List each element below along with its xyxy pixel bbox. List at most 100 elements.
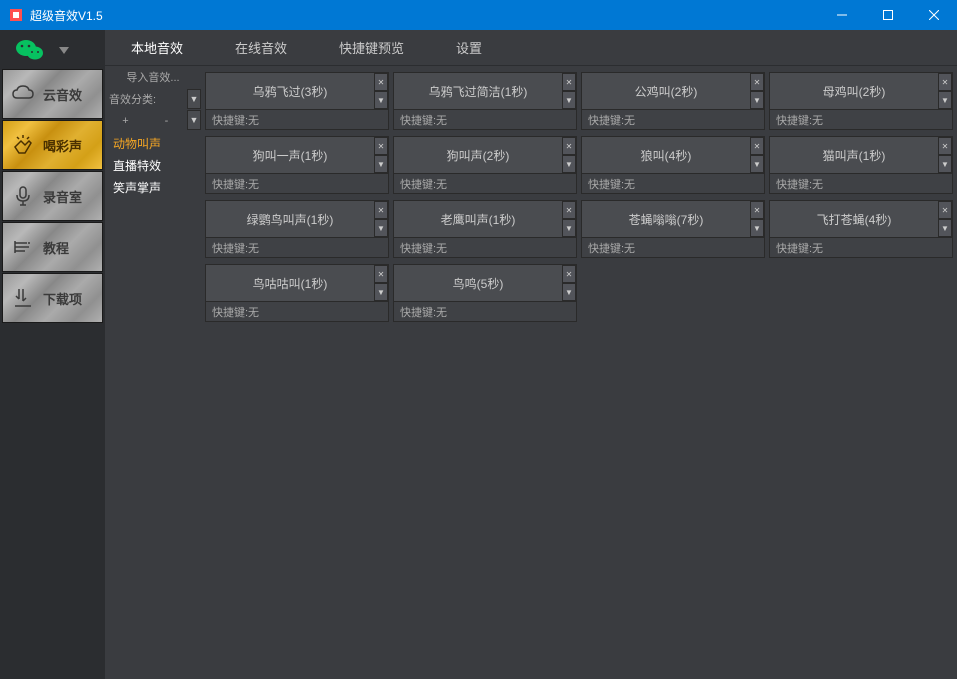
sound-dropdown-button[interactable]: ▼ (374, 283, 388, 301)
sound-card-11: 飞打苍蝇(4秒)✕▼快捷键:无 (769, 200, 953, 258)
sound-close-button[interactable]: ✕ (374, 201, 388, 219)
sound-name[interactable]: 公鸡叫(2秒) (582, 73, 750, 109)
sidebar-item-2[interactable]: 录音室 (2, 171, 103, 221)
sound-name[interactable]: 乌鸦飞过简洁(1秒) (394, 73, 562, 109)
sound-close-button[interactable]: ✕ (562, 137, 576, 155)
category-item-1[interactable]: 直播特效 (105, 154, 201, 176)
sound-name[interactable]: 绿鹦鸟叫声(1秒) (206, 201, 374, 237)
main-sidebar: 云音效喝彩声录音室教程下载项 (0, 30, 105, 679)
sound-card-top: 狗叫一声(1秒)✕▼ (206, 137, 388, 173)
add-category-button[interactable]: + (105, 110, 146, 132)
sound-close-button[interactable]: ✕ (562, 73, 576, 91)
close-button[interactable] (911, 0, 957, 30)
wechat-icon[interactable] (16, 38, 44, 62)
sound-close-button[interactable]: ✕ (374, 73, 388, 91)
sound-card-top: 绿鹦鸟叫声(1秒)✕▼ (206, 201, 388, 237)
import-sounds-button[interactable]: 导入音效... (105, 66, 201, 88)
sound-hotkey: 快捷键:无 (394, 301, 576, 321)
sidebar-item-0[interactable]: 云音效 (2, 69, 103, 119)
sound-dropdown-button[interactable]: ▼ (938, 155, 952, 173)
sound-controls: ✕▼ (374, 137, 388, 173)
sound-name[interactable]: 猫叫声(1秒) (770, 137, 938, 173)
sound-card-top: 老鹰叫声(1秒)✕▼ (394, 201, 576, 237)
sound-controls: ✕▼ (938, 137, 952, 173)
sound-dropdown-button[interactable]: ▼ (750, 219, 764, 237)
sound-close-button[interactable]: ✕ (938, 73, 952, 91)
app-body: 云音效喝彩声录音室教程下载项 本地音效在线音效快捷键预览设置 导入音效... 音… (0, 30, 957, 679)
sound-close-button[interactable]: ✕ (562, 265, 576, 283)
cloud-icon (11, 82, 35, 106)
category-item-0[interactable]: 动物叫声 (105, 132, 201, 154)
sound-close-button[interactable]: ✕ (750, 73, 764, 91)
sound-dropdown-button[interactable]: ▼ (750, 91, 764, 109)
sound-controls: ✕▼ (374, 73, 388, 109)
sound-dropdown-button[interactable]: ▼ (562, 155, 576, 173)
sound-name[interactable]: 鸟咕咕叫(1秒) (206, 265, 374, 301)
sound-close-button[interactable]: ✕ (562, 201, 576, 219)
minimize-button[interactable] (819, 0, 865, 30)
tab-1[interactable]: 在线音效 (209, 30, 313, 65)
sound-dropdown-button[interactable]: ▼ (562, 91, 576, 109)
sound-controls: ✕▼ (562, 201, 576, 237)
maximize-icon (883, 10, 893, 20)
sound-hotkey: 快捷键:无 (206, 173, 388, 193)
sound-dropdown-button[interactable]: ▼ (938, 91, 952, 109)
category-item-2[interactable]: 笑声掌声 (105, 176, 201, 198)
sound-name[interactable]: 老鹰叫声(1秒) (394, 201, 562, 237)
maximize-button[interactable] (865, 0, 911, 30)
sidebar-item-label: 下载项 (43, 289, 82, 308)
sound-hotkey: 快捷键:无 (770, 237, 952, 257)
category-panel: 导入音效... 音效分类: ▼ + - ▼ 动物叫声直播特效笑声掌声 (105, 66, 201, 679)
sound-dropdown-button[interactable]: ▼ (562, 219, 576, 237)
sound-name[interactable]: 狼叫(4秒) (582, 137, 750, 173)
tab-0[interactable]: 本地音效 (105, 30, 209, 65)
sound-controls: ✕▼ (938, 73, 952, 109)
sidebar-item-label: 喝彩声 (43, 136, 82, 155)
sound-close-button[interactable]: ✕ (750, 201, 764, 219)
sound-card-top: 鸟鸣(5秒)✕▼ (394, 265, 576, 301)
sound-card-top: 乌鸦飞过简洁(1秒)✕▼ (394, 73, 576, 109)
sound-name[interactable]: 飞打苍蝇(4秒) (770, 201, 938, 237)
sound-controls: ✕▼ (750, 73, 764, 109)
sound-card-3: 母鸡叫(2秒)✕▼快捷键:无 (769, 72, 953, 130)
category-down-button[interactable]: ▼ (187, 89, 201, 109)
sound-close-button[interactable]: ✕ (938, 201, 952, 219)
sound-name[interactable]: 狗叫一声(1秒) (206, 137, 374, 173)
sound-name[interactable]: 乌鸦飞过(3秒) (206, 73, 374, 109)
sound-controls: ✕▼ (750, 137, 764, 173)
sound-card-5: 狗叫声(2秒)✕▼快捷键:无 (393, 136, 577, 194)
sound-name[interactable]: 狗叫声(2秒) (394, 137, 562, 173)
sound-dropdown-button[interactable]: ▼ (374, 91, 388, 109)
sound-dropdown-button[interactable]: ▼ (938, 219, 952, 237)
tab-3[interactable]: 设置 (430, 30, 508, 65)
sound-dropdown-button[interactable]: ▼ (374, 155, 388, 173)
sound-name[interactable]: 母鸡叫(2秒) (770, 73, 938, 109)
classification-label: 音效分类: (105, 91, 187, 107)
sound-controls: ✕▼ (562, 265, 576, 301)
sound-close-button[interactable]: ✕ (938, 137, 952, 155)
sound-hotkey: 快捷键:无 (206, 237, 388, 257)
sound-hotkey: 快捷键:无 (394, 173, 576, 193)
window-title: 超级音效V1.5 (30, 7, 103, 24)
sound-name[interactable]: 苍蝇嗡嗡(7秒) (582, 201, 750, 237)
sidebar-item-4[interactable]: 下载项 (2, 273, 103, 323)
sound-close-button[interactable]: ✕ (374, 265, 388, 283)
sound-card-6: 狼叫(4秒)✕▼快捷键:无 (581, 136, 765, 194)
dropdown-arrow[interactable] (56, 42, 72, 58)
sound-dropdown-button[interactable]: ▼ (562, 283, 576, 301)
sound-name[interactable]: 鸟鸣(5秒) (394, 265, 562, 301)
remove-category-button[interactable]: - (146, 110, 187, 132)
tab-2[interactable]: 快捷键预览 (313, 30, 430, 65)
download-icon (11, 286, 35, 310)
sidebar-item-1[interactable]: 喝彩声 (2, 120, 103, 170)
sound-dropdown-button[interactable]: ▼ (750, 155, 764, 173)
sidebar-item-3[interactable]: 教程 (2, 222, 103, 272)
sidebar-item-label: 教程 (43, 238, 69, 257)
sound-controls: ✕▼ (750, 201, 764, 237)
category-down2-button[interactable]: ▼ (187, 110, 201, 130)
sound-close-button[interactable]: ✕ (374, 137, 388, 155)
sound-card-top: 公鸡叫(2秒)✕▼ (582, 73, 764, 109)
tutorial-icon (11, 235, 35, 259)
sound-close-button[interactable]: ✕ (750, 137, 764, 155)
sound-dropdown-button[interactable]: ▼ (374, 219, 388, 237)
